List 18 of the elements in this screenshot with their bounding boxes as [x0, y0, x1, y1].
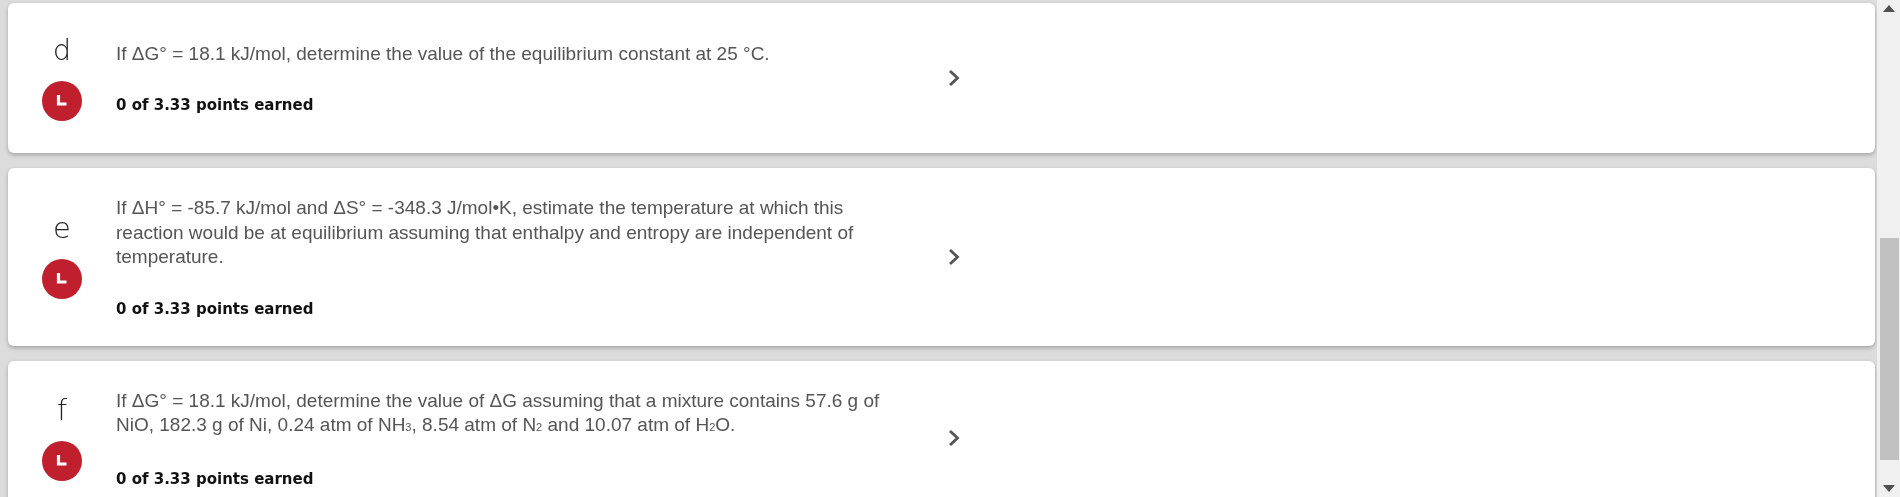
clock-icon: [42, 80, 82, 121]
points-earned: 0 of 3.33 points earned: [116, 299, 315, 318]
question-letter: f: [56, 395, 68, 425]
points-earned: 0 of 3.33 points earned: [116, 469, 315, 488]
chevron-right-icon[interactable]: [948, 69, 960, 87]
scroll-down-icon[interactable]: [1882, 485, 1895, 492]
scrollbar[interactable]: [1877, 0, 1900, 497]
clock-icon: [42, 440, 82, 481]
clock-icon: [42, 259, 82, 300]
question-text: If ΔH° = -85.7 kJ/mol and ΔS° = -348.3 J/mol•K, estimate the temperature at which this reaction would be at equilibrium assuming that enthalpy and entropy are independent of temperature.: [116, 196, 855, 269]
chevron-right-icon[interactable]: [948, 247, 960, 266]
scrollbar-thumb[interactable]: [1880, 238, 1899, 460]
scroll-up-icon[interactable]: [1882, 5, 1895, 12]
question-letter: d: [52, 35, 72, 65]
chevron-right-icon[interactable]: [948, 429, 960, 447]
question-letter: e: [53, 214, 71, 244]
points-earned: 0 of 3.33 points earned: [116, 96, 315, 115]
question-text: If ΔG° = 18.1 kJ/mol, determine the value of the equilibrium constant at 25 °C.: [116, 41, 771, 66]
